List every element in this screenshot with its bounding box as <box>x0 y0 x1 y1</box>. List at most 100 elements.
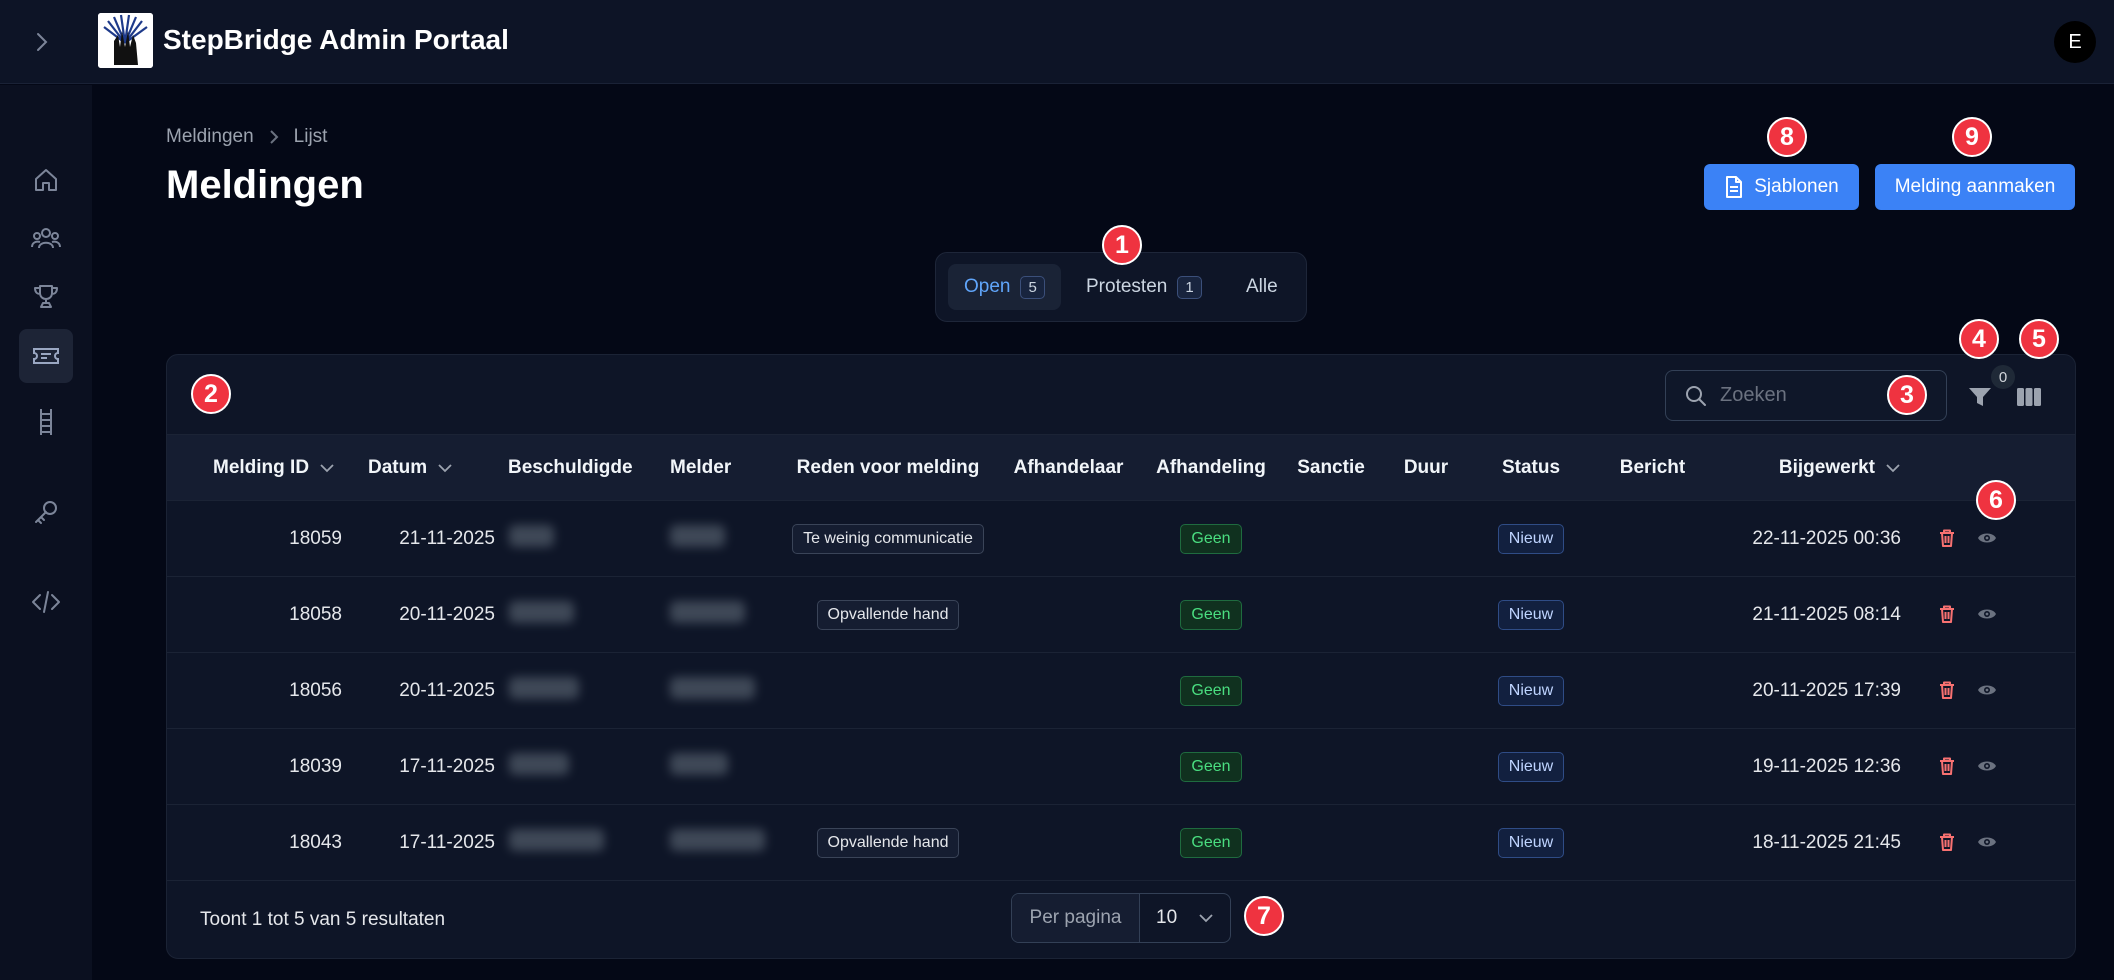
cell-id: 18058 <box>167 576 342 653</box>
handling-badge: Geen <box>1180 523 1242 554</box>
status-badge: Nieuw <box>1497 827 1565 858</box>
columns-toggle-icon[interactable] <box>2015 383 2043 411</box>
handling-badge: Geen <box>1180 599 1242 630</box>
column-header-date[interactable]: Datum <box>342 434 495 501</box>
sidebar-item-home[interactable] <box>19 153 73 207</box>
cell-status: Nieuw <box>1466 804 1596 881</box>
sidebar-item-users[interactable] <box>19 211 73 265</box>
cell-id: 18056 <box>167 652 342 729</box>
table-row[interactable]: 18059 21-11-2025 Te weinig communicatie … <box>167 500 2075 577</box>
cell-status: Nieuw <box>1466 728 1596 805</box>
per-page-value[interactable]: 10 <box>1140 894 1230 942</box>
annotation-marker-2: 2 <box>191 374 231 414</box>
document-icon <box>1726 176 1743 198</box>
cell-reporter-redacted <box>645 500 785 577</box>
sidebar-item-developer[interactable] <box>19 575 73 629</box>
eye-icon[interactable] <box>1976 527 1998 549</box>
cell-date: 17-11-2025 <box>342 728 495 805</box>
trash-icon[interactable] <box>1936 679 1958 701</box>
cell-handling: Geen <box>1146 804 1276 881</box>
cell-accused-redacted <box>495 500 645 577</box>
create-report-button-label: Melding aanmaken <box>1894 176 2056 197</box>
sidebar-item-trophy[interactable] <box>19 269 73 323</box>
annotation-marker-7: 7 <box>1244 896 1284 936</box>
tab-open-count: 5 <box>1020 275 1045 299</box>
eye-icon[interactable] <box>1976 603 1998 625</box>
column-header-handling: Afhandeling <box>1146 434 1276 501</box>
cell-status: Nieuw <box>1466 500 1596 577</box>
column-header-updated[interactable]: Bijgewerkt <box>1709 434 1901 501</box>
cell-accused-redacted <box>495 804 645 881</box>
handling-badge: Geen <box>1180 675 1242 706</box>
per-page-label: Per pagina <box>1012 894 1140 942</box>
cell-updated: 18-11-2025 21:45 <box>1709 804 1901 881</box>
tab-protests[interactable]: Protesten 1 <box>1070 264 1218 310</box>
column-header-id[interactable]: Melding ID <box>167 434 342 501</box>
breadcrumb-parent[interactable]: Meldingen <box>166 126 254 148</box>
code-icon <box>32 591 60 613</box>
chevron-down-icon <box>1199 914 1213 923</box>
sidebar-item-tickets[interactable] <box>19 329 73 383</box>
table-row[interactable]: 18056 20-11-2025 Geen Nieuw 20-11-2025 1… <box>167 652 2075 729</box>
sidebar-item-keys[interactable] <box>19 485 73 539</box>
sidebar-item-ladder[interactable] <box>19 395 73 449</box>
status-badge: Nieuw <box>1497 599 1565 630</box>
trash-icon[interactable] <box>1936 603 1958 625</box>
table-row[interactable]: 18039 17-11-2025 Geen Nieuw 19-11-2025 1… <box>167 728 2075 805</box>
filter-icon[interactable] <box>1966 383 1994 411</box>
sidebar <box>0 85 92 980</box>
eye-icon[interactable] <box>1976 679 1998 701</box>
trophy-icon <box>34 285 58 308</box>
reason-tag: Te weinig communicatie <box>792 523 984 554</box>
user-avatar[interactable]: E <box>2054 21 2096 63</box>
table-row[interactable]: 18058 20-11-2025 Opvallende hand Geen Ni… <box>167 576 2075 653</box>
tab-open[interactable]: Open 5 <box>948 264 1061 310</box>
cell-date: 21-11-2025 <box>342 500 495 577</box>
reason-tag: Opvallende hand <box>816 827 960 858</box>
cell-actions <box>1901 576 2075 653</box>
cell-updated: 21-11-2025 08:14 <box>1709 576 1901 653</box>
results-summary: Toont 1 tot 5 van 5 resultaten <box>200 909 446 930</box>
chevron-right-icon <box>268 129 280 145</box>
cell-handling: Geen <box>1146 728 1276 805</box>
templates-button[interactable]: Sjablonen <box>1704 164 1859 210</box>
tab-protests-label: Protesten <box>1086 276 1168 297</box>
cell-updated: 20-11-2025 17:39 <box>1709 652 1901 729</box>
create-report-button[interactable]: Melding aanmaken <box>1875 164 2075 210</box>
sidebar-toggle-chevron-icon[interactable] <box>28 28 56 56</box>
ticket-icon <box>33 348 59 364</box>
column-header-status: Status <box>1466 434 1596 501</box>
breadcrumb: Meldingen Lijst <box>166 126 327 148</box>
cell-accused-redacted <box>495 576 645 653</box>
annotation-marker-8: 8 <box>1767 117 1807 157</box>
handling-badge: Geen <box>1180 827 1242 858</box>
annotation-marker-9: 9 <box>1952 117 1992 157</box>
table-row[interactable]: 18043 17-11-2025 Opvallende hand Geen Ni… <box>167 804 2075 881</box>
eye-icon[interactable] <box>1976 755 1998 777</box>
trash-icon[interactable] <box>1936 831 1958 853</box>
cell-id: 18043 <box>167 804 342 881</box>
cell-reporter-redacted <box>645 728 785 805</box>
per-page-select[interactable]: Per pagina 10 <box>1011 893 1231 943</box>
users-icon <box>31 228 61 249</box>
table-header-row: Melding ID Datum Beschuldigde Melder Red… <box>167 434 2075 501</box>
annotation-marker-3: 3 <box>1887 375 1927 415</box>
trash-icon[interactable] <box>1936 755 1958 777</box>
home-icon <box>35 169 57 191</box>
column-header-sanction: Sanctie <box>1276 434 1386 501</box>
column-header-duration: Duur <box>1386 434 1466 501</box>
tab-all[interactable]: Alle <box>1230 264 1294 310</box>
cell-id: 18059 <box>167 500 342 577</box>
trash-icon[interactable] <box>1936 527 1958 549</box>
app-logo <box>98 13 153 68</box>
column-header-handler: Afhandelaar <box>991 434 1146 501</box>
annotation-marker-1: 1 <box>1102 225 1142 265</box>
page-title: Meldingen <box>166 163 364 207</box>
tab-open-label: Open <box>964 276 1011 297</box>
cell-updated: 19-11-2025 12:36 <box>1709 728 1901 805</box>
eye-icon[interactable] <box>1976 831 1998 853</box>
cell-actions <box>1901 804 2075 881</box>
chevron-down-icon <box>320 463 334 472</box>
cell-reason: Te weinig communicatie <box>785 500 991 577</box>
cell-updated: 22-11-2025 00:36 <box>1709 500 1901 577</box>
